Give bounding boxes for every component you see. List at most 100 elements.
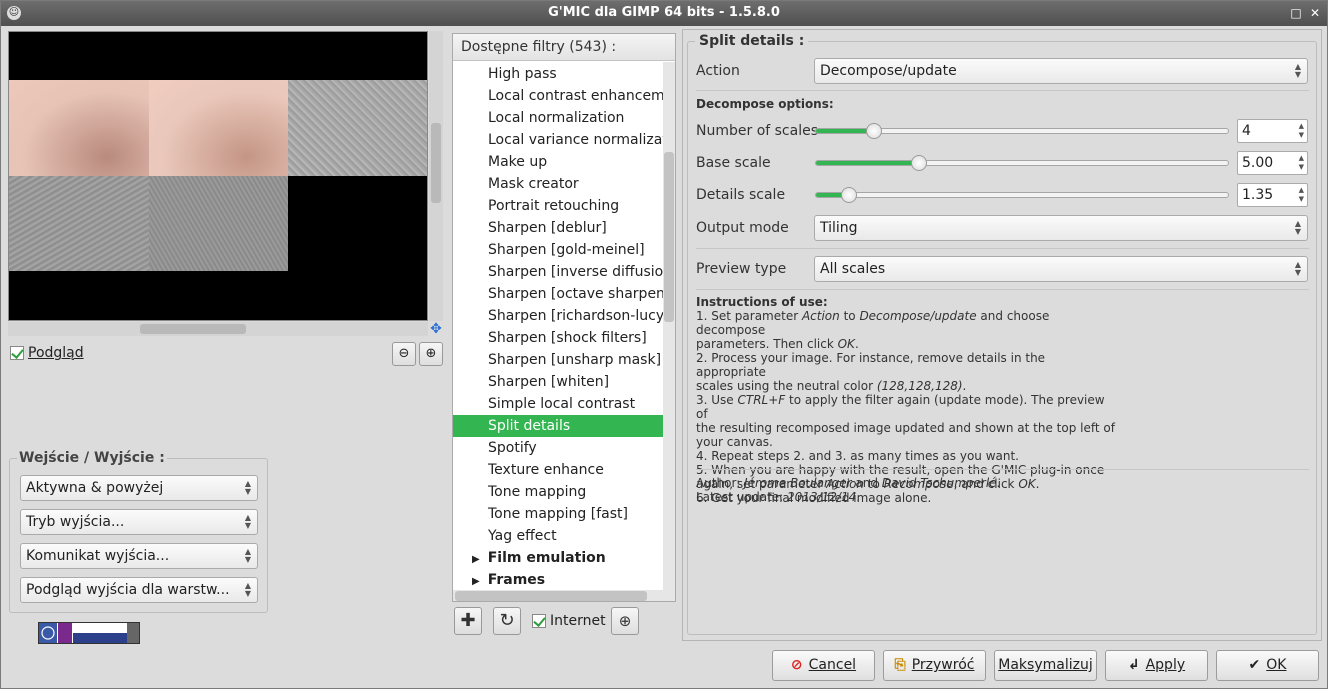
instruction-line: scales using the neutral color (128,128,… xyxy=(696,379,967,393)
filter-category[interactable]: ▶ Film emulation xyxy=(453,547,663,569)
filter-item[interactable]: Yag effect xyxy=(453,525,663,547)
updown-arrows-icon: ▲ ▼ xyxy=(244,513,251,530)
action-select[interactable]: Decompose/update ▲ ▼ xyxy=(814,58,1308,84)
filter-item[interactable]: Sharpen [whiten] xyxy=(453,371,663,393)
updown-arrows-icon[interactable]: ▲ ▼ xyxy=(1299,186,1304,204)
zoom-in-icon: ⊕ xyxy=(425,346,437,361)
base-scale-spinbox[interactable]: 5.00 ▲ ▼ xyxy=(1237,151,1308,175)
preview-canvas[interactable] xyxy=(8,31,428,321)
updown-arrows-icon: ▲ ▼ xyxy=(244,547,251,564)
reset-button[interactable]: ⎘ Przywróć xyxy=(883,650,986,681)
filter-item[interactable]: Sharpen [shock filters] xyxy=(453,327,663,349)
filter-item[interactable]: Portrait retouching xyxy=(453,195,663,217)
title-bar[interactable]: ☺ G'MIC dla GIMP 64 bits - 1.5.8.0 □ ✕ xyxy=(1,1,1327,26)
ok-button[interactable]: ✔ OK xyxy=(1216,650,1319,681)
slider-handle[interactable] xyxy=(841,187,857,203)
preview-tile-base xyxy=(149,80,288,176)
author-info: Author: Jérome Boulanger and David Tschu… xyxy=(696,476,1000,504)
filter-item[interactable]: Sharpen [deblur] xyxy=(453,217,663,239)
output-message-select[interactable]: Komunikat wyjścia... ▲ ▼ xyxy=(20,543,258,569)
input-layers-select[interactable]: Aktywna & powyżej ▲ ▼ xyxy=(20,475,258,501)
filter-tree[interactable]: Dostępne filtry (543) : High pass Local c… xyxy=(452,33,676,602)
search-filters-button[interactable]: ⊕ xyxy=(611,607,639,635)
preview-tile-scale-3 xyxy=(149,176,288,271)
num-scales-spinbox[interactable]: 4 ▲ ▼ xyxy=(1237,119,1308,143)
expand-arrow-icon[interactable]: ▶ xyxy=(472,576,480,587)
add-filter-button[interactable]: ✚ xyxy=(454,607,482,635)
apply-button[interactable]: ↲ Apply xyxy=(1105,650,1208,681)
zoom-in-button[interactable]: ⊕ xyxy=(419,342,443,366)
internet-checkbox[interactable]: Internet xyxy=(532,613,606,629)
separator xyxy=(696,289,1309,290)
move-arrows-icon[interactable]: ✥ xyxy=(429,322,443,336)
gmic-window: ☺ G'MIC dla GIMP 64 bits - 1.5.8.0 □ ✕ ✥… xyxy=(0,0,1328,689)
filter-item[interactable]: Tone mapping [fast] xyxy=(453,503,663,525)
output-mode-param-select[interactable]: Tiling ▲ ▼ xyxy=(814,215,1308,241)
num-scales-slider[interactable] xyxy=(815,123,1229,139)
io-group-title: Wejście / Wyjście : xyxy=(17,450,167,466)
updown-arrows-icon: ▲ ▼ xyxy=(1294,260,1301,277)
zoom-out-icon: ⊖ xyxy=(398,346,410,361)
zoom-out-button[interactable]: ⊖ xyxy=(392,342,416,366)
updown-arrows-icon[interactable]: ▲ ▼ xyxy=(1299,122,1304,140)
checkmark-icon[interactable] xyxy=(532,614,546,628)
cancel-button[interactable]: ⊘ Cancel xyxy=(772,650,875,681)
filter-item[interactable]: Sharpen [octave sharpening] xyxy=(453,283,663,305)
refresh-icon: ↻ xyxy=(499,610,515,631)
filter-item[interactable]: Spotify xyxy=(453,437,663,459)
filter-item[interactable]: Sharpen [gold-meinel] xyxy=(453,239,663,261)
filter-item[interactable]: Local normalization xyxy=(453,107,663,129)
output-preview-value: Podgląd wyjścia dla warstw... xyxy=(26,582,230,598)
preview-vertical-scrollbar[interactable] xyxy=(429,31,443,321)
scrollbar-thumb[interactable] xyxy=(455,591,647,601)
preview-checkbox[interactable]: Podgląd xyxy=(10,345,84,363)
details-scale-spinbox[interactable]: 1.35 ▲ ▼ xyxy=(1237,183,1308,207)
maximize-window-icon[interactable]: □ xyxy=(1289,6,1303,20)
num-scales-label: Number of scales xyxy=(696,123,819,139)
filter-category-label: Frames xyxy=(487,572,546,588)
maximize-button[interactable]: Maksymalizuj xyxy=(994,650,1097,681)
scrollbar-thumb[interactable] xyxy=(431,123,441,203)
instruction-line: 5. When you are happy with the result, o… xyxy=(696,463,1105,477)
updown-arrows-icon: ▲ ▼ xyxy=(1294,219,1301,236)
base-scale-slider[interactable] xyxy=(815,155,1229,171)
filter-item[interactable]: Split details xyxy=(453,415,663,437)
checkmark-icon[interactable] xyxy=(10,346,24,360)
preview-horizontal-scrollbar[interactable] xyxy=(8,322,428,336)
close-window-icon[interactable]: ✕ xyxy=(1308,6,1322,20)
preview-type-select[interactable]: All scales ▲ ▼ xyxy=(814,256,1308,282)
filter-horizontal-scrollbar[interactable] xyxy=(453,590,675,601)
plus-icon: ✚ xyxy=(460,610,476,631)
cancel-label: Cancel xyxy=(808,657,857,673)
filter-item[interactable]: High pass xyxy=(453,63,663,85)
output-preview-select[interactable]: Podgląd wyjścia dla warstw... ▲ ▼ xyxy=(20,577,258,603)
separator xyxy=(696,469,1309,470)
update-line: Latest update: 2013/12/14. xyxy=(696,490,861,504)
filter-item[interactable]: Sharpen [unsharp mask] xyxy=(453,349,663,371)
filter-item[interactable]: Local variance normalization xyxy=(453,129,663,151)
filter-category[interactable]: ▶ Frames xyxy=(453,569,663,591)
filter-item[interactable]: Mask creator xyxy=(453,173,663,195)
slider-handle[interactable] xyxy=(866,123,882,139)
filter-item[interactable]: Tone mapping xyxy=(453,481,663,503)
slider-handle[interactable] xyxy=(911,155,927,171)
filter-vertical-scrollbar[interactable] xyxy=(663,62,675,590)
scrollbar-thumb[interactable] xyxy=(664,152,674,322)
filter-item[interactable]: Make up xyxy=(453,151,663,173)
expand-arrow-icon[interactable]: ▶ xyxy=(472,554,480,565)
updown-arrows-icon[interactable]: ▲ ▼ xyxy=(1299,154,1304,172)
scrollbar-thumb[interactable] xyxy=(140,324,246,334)
instruction-line: the resulting recomposed image updated a… xyxy=(696,421,1115,435)
filter-item[interactable]: Simple local contrast xyxy=(453,393,663,415)
preview-type-value: All scales xyxy=(820,261,886,277)
refresh-filters-button[interactable]: ↻ xyxy=(493,607,521,635)
details-scale-slider[interactable] xyxy=(815,187,1229,203)
output-mode-select[interactable]: Tryb wyjścia... ▲ ▼ xyxy=(20,509,258,535)
filter-item[interactable]: Texture enhance xyxy=(453,459,663,481)
output-message-value: Komunikat wyjścia... xyxy=(26,548,170,564)
preview-tile-scale-1 xyxy=(288,80,427,176)
filter-item[interactable]: Sharpen [richardson-lucy] xyxy=(453,305,663,327)
check-icon: ✔ xyxy=(1248,657,1261,673)
filter-item[interactable]: Sharpen [inverse diffusion] xyxy=(453,261,663,283)
filter-item[interactable]: Local contrast enhancement xyxy=(453,85,663,107)
